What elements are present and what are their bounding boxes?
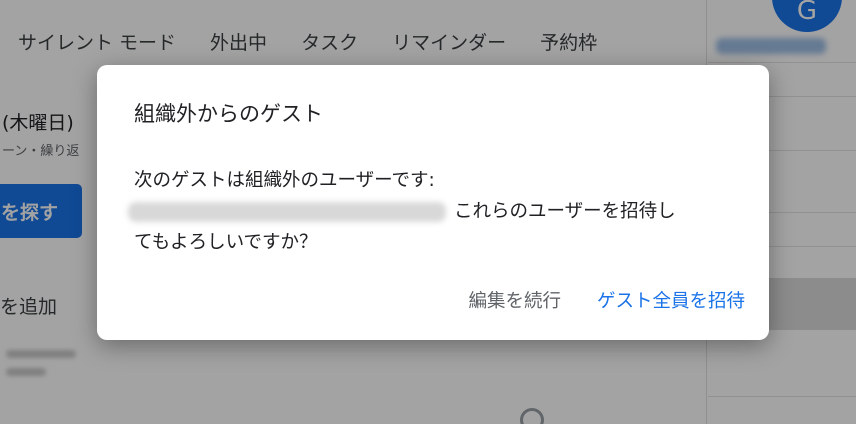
body-line-3: てもよろしいですか？ [134, 232, 318, 253]
body-line-2-text: これらのユーザーを招待し [454, 201, 676, 222]
continue-editing-button[interactable]: 編集を続行 [468, 287, 561, 313]
calendar-page: サイレント モード 外出中 タスク リマインダー 予約枠 (木曜日) ーン・繰り… [0, 0, 856, 424]
dialog-body: 次のゲストは組織外のユーザーです: これらのユーザーを招待し てもよろしいですか… [128, 165, 734, 258]
body-line-1: 次のゲストは組織外のユーザーです: [134, 170, 435, 191]
external-guests-dialog: 組織外からのゲスト 次のゲストは組織外のユーザーです: これらのユーザーを招待し… [97, 65, 769, 340]
body-line-2: これらのユーザーを招待し [128, 196, 734, 227]
invite-all-guests-button[interactable]: ゲスト全員を招待 [597, 287, 745, 313]
dialog-title: 組織外からのゲスト [134, 102, 323, 126]
dialog-actions: 編集を続行 ゲスト全員を招待 [468, 287, 745, 313]
redacted-guest-email [128, 202, 446, 222]
